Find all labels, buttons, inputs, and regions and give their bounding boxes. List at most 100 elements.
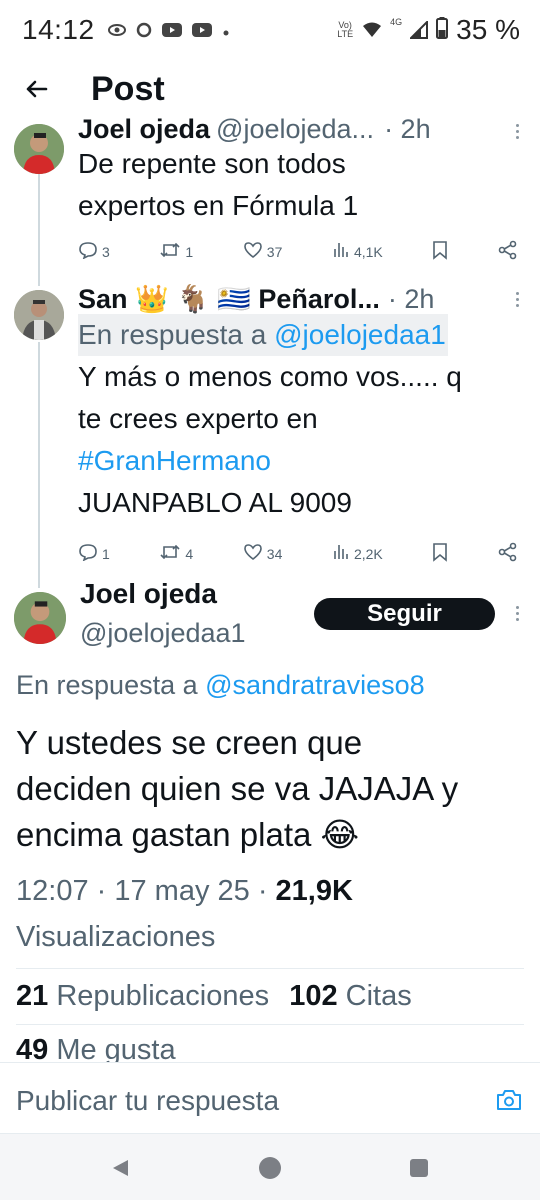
tweet-text: De repente son todos expertos en Fórmula… xyxy=(78,143,358,227)
system-nav-bar xyxy=(0,1134,540,1200)
bookmark-icon xyxy=(432,542,448,565)
like-count: 37 xyxy=(266,243,283,260)
reposts-stat[interactable]: 21 Republicaciones xyxy=(16,980,269,1012)
like-button[interactable]: 34 xyxy=(243,543,283,564)
tweet-text: En respuesta a @joelojedaa1 Y más o meno… xyxy=(78,314,528,524)
heart-icon xyxy=(243,241,263,262)
avatar[interactable] xyxy=(14,592,66,644)
reply-count: 1 xyxy=(102,545,110,562)
post-meta: 12:07 · 17 may 25 · 21,9K Visualizacione… xyxy=(16,868,526,960)
nav-recents-icon[interactable] xyxy=(410,1159,428,1177)
share-button[interactable] xyxy=(498,542,518,565)
repost-icon xyxy=(159,242,181,261)
likes-label: Me gusta xyxy=(56,1034,176,1064)
wifi-icon xyxy=(362,14,382,46)
post-stats: 21 Republicaciones 102 Citas xyxy=(16,980,412,1013)
app-header: Post xyxy=(0,62,540,120)
analytics-icon xyxy=(332,241,350,262)
reply-context[interactable]: En respuesta a @sandratravieso8 xyxy=(16,670,425,701)
reply-count: 3 xyxy=(102,243,110,260)
tweet-author[interactable]: Joel ojeda @joelojeda... · 2h xyxy=(78,114,431,145)
youtube-icon xyxy=(162,23,182,42)
back-arrow-icon[interactable] xyxy=(22,74,52,104)
author-handle[interactable]: @joelojeda... xyxy=(216,114,374,145)
reply-context-handle[interactable]: @sandratravieso8 xyxy=(205,670,425,700)
views-count: 4,1K xyxy=(353,243,383,260)
more-options-icon[interactable] xyxy=(514,292,520,307)
repost-button[interactable]: 4 xyxy=(159,544,193,563)
reply-context-prefix: En respuesta a xyxy=(78,319,275,350)
reposts-label: Republicaciones xyxy=(56,980,270,1012)
tweet-text-line: De repente son todos xyxy=(78,148,346,179)
share-button[interactable] xyxy=(498,240,518,263)
bookmark-button[interactable] xyxy=(432,542,448,565)
likes-stat[interactable]: 49 Me gusta xyxy=(16,1034,176,1064)
tweet-text-line: expertos en Fórmula 1 xyxy=(78,190,359,221)
author-handle[interactable]: @joelojedaa1 xyxy=(80,618,246,649)
repost-button[interactable]: 1 xyxy=(159,242,193,261)
quotes-count: 102 xyxy=(289,980,338,1012)
follow-button[interactable]: Seguir xyxy=(314,598,495,630)
post-text: Y ustedes se creen que deciden quien se … xyxy=(16,720,526,858)
reply-context-prefix: En respuesta a xyxy=(16,670,206,700)
post-text-line: encima gastan plata 😂 xyxy=(16,816,360,853)
post-text-line: deciden quien se va JAJAJA y xyxy=(16,770,459,807)
tweet-text-line: te crees experto en xyxy=(78,403,318,434)
divider xyxy=(16,968,524,969)
status-bar: 14:12 Vo) LTE 4G 35 % xyxy=(0,0,540,62)
more-options-icon[interactable] xyxy=(514,124,520,139)
views-label: Visualizaciones xyxy=(16,921,216,953)
nav-back-icon[interactable] xyxy=(110,1158,130,1183)
tweet-time: · 2h xyxy=(384,114,431,144)
divider xyxy=(16,1024,524,1025)
quotes-stat[interactable]: 102 Citas xyxy=(289,980,412,1012)
share-icon xyxy=(498,542,518,565)
author-name[interactable]: Joel ojeda xyxy=(78,114,210,145)
tweet-text-line: JUANPABLO AL 9009 xyxy=(78,487,352,518)
like-button[interactable]: 37 xyxy=(243,241,283,262)
reply-button[interactable]: 3 xyxy=(78,241,110,262)
like-count: 34 xyxy=(266,545,283,562)
bookmark-button[interactable] xyxy=(432,240,448,263)
author-name[interactable]: Joel ojeda xyxy=(80,578,217,610)
dot-icon xyxy=(222,24,230,42)
volte-label: Vo) LTE xyxy=(337,20,354,39)
tweet-time: · 2h xyxy=(387,284,435,314)
avatar[interactable] xyxy=(14,290,64,340)
battery-percent: 35 % xyxy=(456,14,520,45)
repost-count: 1 xyxy=(185,243,194,260)
reply-input[interactable]: Publicar tu respuesta xyxy=(16,1085,279,1117)
reply-icon xyxy=(78,543,98,564)
views-button[interactable]: 2,2K xyxy=(332,543,383,564)
views-count: 21,9K xyxy=(275,875,353,907)
bookmark-icon xyxy=(432,240,448,263)
youtube-icon xyxy=(192,23,212,42)
tweet-author[interactable]: San 👑 🐐 🇺🇾 Peñarol... · 2h xyxy=(78,283,434,315)
signal-icon xyxy=(408,14,429,46)
nav-home-icon[interactable] xyxy=(259,1157,281,1179)
repost-icon xyxy=(159,544,181,563)
reply-button[interactable]: 1 xyxy=(78,543,110,564)
camera-icon[interactable] xyxy=(496,1089,522,1111)
eye-icon xyxy=(108,23,126,42)
share-icon xyxy=(498,240,518,263)
post-timestamp: 12:07 · 17 may 25 · xyxy=(16,875,276,907)
hashtag-link[interactable]: #GranHermano xyxy=(78,440,528,482)
views-button[interactable]: 4,1K xyxy=(332,241,383,262)
reply-context-handle[interactable]: @joelojedaa1 xyxy=(274,319,446,350)
tweet-text-line: Y más o menos como vos..... q xyxy=(78,361,462,392)
author-name[interactable]: San 👑 🐐 🇺🇾 Peñarol... xyxy=(78,283,380,315)
reply-context[interactable]: En respuesta a @joelojedaa1 xyxy=(78,314,448,356)
post-text-line: Y ustedes se creen que xyxy=(16,724,363,761)
circle-icon xyxy=(136,22,152,43)
views-count: 2,2K xyxy=(353,545,383,562)
avatar[interactable] xyxy=(14,124,64,174)
page-title: Post xyxy=(91,70,165,108)
reply-icon xyxy=(78,241,98,262)
more-options-icon[interactable] xyxy=(514,606,520,621)
tweet-actions: 1 4 34 2,2K xyxy=(78,542,518,565)
thread-connector xyxy=(38,172,40,286)
reply-composer[interactable]: Publicar tu respuesta xyxy=(0,1062,540,1134)
notification-icons xyxy=(108,22,230,43)
reposts-count: 21 xyxy=(16,980,49,1012)
